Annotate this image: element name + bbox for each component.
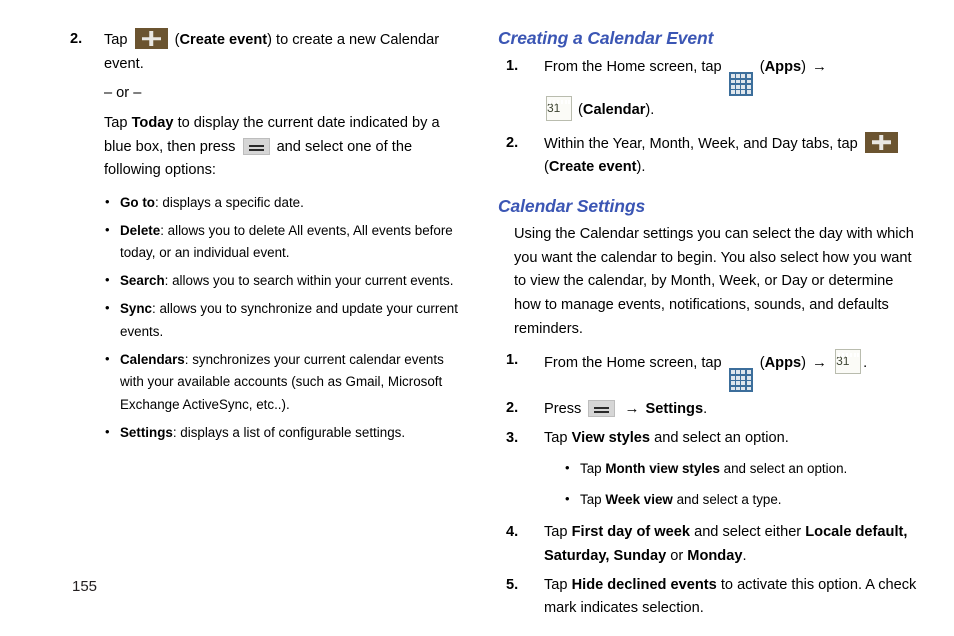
step-text-lead: Within the Year, Month, Week, and Day ta… [544, 135, 858, 152]
list-item: Delete: allows you to delete All events,… [104, 219, 470, 266]
calendar-label: Calendar [582, 102, 646, 119]
first-day-of-week-label: First day of week [571, 524, 691, 541]
create-event-plus-icon[interactable] [864, 131, 898, 153]
creating-event-step-list: 1. From the Home screen, tap (Apps) → 31… [498, 55, 918, 180]
option-term: Calendars [120, 351, 185, 367]
list-item: 2. Within the Year, Month, Week, and Day… [498, 131, 918, 180]
apps-grid-cells [730, 370, 751, 391]
or-divider: – or – [104, 85, 142, 102]
step-text-lead: Tap [544, 576, 568, 593]
step-text-tail: . [863, 355, 868, 372]
step-number: 4. [506, 524, 519, 541]
today-lead: Tap [104, 114, 128, 131]
option-desc: : displays a list of configurable settin… [172, 424, 406, 440]
list-item: 2. Tap (Create event) to create a new Ca… [70, 28, 470, 183]
menu-icon[interactable] [588, 400, 616, 418]
step-text: Tap (Create event) to create a new Calen… [104, 28, 439, 72]
step-text-tail: ). [645, 102, 655, 119]
settings-label: Settings [645, 401, 704, 418]
step-text-lead: From the Home screen, tap [544, 59, 722, 75]
step-text-lead: Tap [104, 32, 128, 48]
step-number: 5. [506, 576, 519, 593]
option-term: Settings [120, 424, 173, 440]
step-text-tail: and select an option. [654, 430, 789, 447]
menu-icon[interactable] [242, 137, 270, 155]
list-item: Tap Week view and select a type. [564, 488, 918, 512]
monday-label: Monday [687, 547, 743, 564]
today-label: Today [131, 114, 174, 131]
step-text-middle: and select either [694, 524, 802, 541]
step-text-conjunction: or [670, 547, 684, 564]
today-instruction: Tap Today to display the current date in… [104, 112, 470, 183]
calendar-icon[interactable]: 31 [546, 96, 572, 122]
week-view-label: Week view [605, 492, 673, 508]
create-event-label: Create event [548, 159, 637, 176]
create-event-plus-icon[interactable] [134, 28, 168, 49]
sub-tail: and select a type. [676, 492, 782, 508]
step-number: 1. [506, 58, 519, 74]
option-desc: : displays a specific date. [154, 194, 304, 210]
list-item: Tap Month view styles and select an opti… [564, 457, 918, 481]
section-heading-creating-a-calendar-event: Creating a Calendar Event [498, 28, 714, 48]
arrow-right-icon: → [812, 354, 828, 372]
arrow-right-icon: → [812, 58, 828, 75]
page-number: 155 [72, 578, 98, 595]
list-item: 4. Tap First day of week and select eith… [498, 521, 918, 568]
step-text-lead: Tap [544, 430, 568, 447]
apps-label: Apps [764, 59, 802, 75]
section-heading-calendar-settings: Calendar Settings [498, 196, 646, 217]
option-term: Search [120, 273, 165, 289]
list-item: Search: allows you to search within your… [104, 269, 470, 293]
step-number: 2. [70, 31, 83, 47]
option-desc: : allows you to search within your curre… [164, 273, 454, 289]
right-column: Creating a Calendar Event 1. From the Ho… [498, 28, 918, 626]
step-number: 1. [506, 352, 519, 369]
list-item: 1. From the Home screen, tap (Apps) → 31 [498, 349, 918, 393]
step-number: 2. [506, 134, 519, 151]
view-styles-sub-list: Tap Month view styles and select an opti… [564, 457, 918, 513]
apps-grid-icon[interactable] [728, 368, 753, 393]
calendar-options-list: Go to: displays a specific date. Delete:… [104, 191, 470, 445]
list-item: 2. Press → Settings. [498, 397, 918, 422]
step-text-tail: ). [636, 159, 646, 176]
step-text-lead: From the Home screen, tap [544, 355, 722, 372]
option-desc: : allows you to synchronize and update y… [120, 300, 458, 339]
apps-grid-icon[interactable] [728, 72, 753, 97]
option-term: Delete [120, 222, 161, 238]
sub-lead: Tap [580, 460, 602, 476]
arrow-right-icon: → [624, 400, 640, 418]
step-text-lead: Press [544, 401, 582, 418]
step-text-tail: . [703, 401, 708, 418]
calendar-settings-step-list: 1. From the Home screen, tap (Apps) → 31 [498, 349, 918, 621]
option-desc: : allows you to delete All events, All e… [120, 222, 453, 261]
hide-declined-events-label: Hide declined events [571, 576, 717, 593]
apps-grid-cells [730, 74, 751, 95]
list-item: Sync: allows you to synchronize and upda… [104, 297, 470, 344]
step-text-lead: Tap [544, 524, 568, 541]
step-number: 3. [506, 430, 519, 447]
step-text-tail: . [742, 547, 747, 564]
list-item: 5. Tap Hide declined events to activate … [498, 574, 918, 621]
list-item: Calendars: synchronizes your current cal… [104, 348, 470, 417]
list-item: 3. Tap View styles and select an option.… [498, 427, 918, 512]
manual-page: 2. Tap (Create event) to create a new Ca… [0, 0, 954, 636]
left-step-list: 2. Tap (Create event) to create a new Ca… [70, 28, 470, 183]
month-view-styles-label: Month view styles [605, 460, 720, 476]
list-item: 1. From the Home screen, tap (Apps) → 31… [498, 55, 918, 123]
sub-lead: Tap [580, 492, 602, 508]
step-number: 2. [506, 400, 519, 417]
list-item: Settings: displays a list of configurabl… [104, 421, 470, 445]
option-term: Sync [120, 300, 153, 316]
option-term: Go to [120, 194, 155, 210]
calendar-icon[interactable]: 31 [835, 349, 862, 375]
create-event-label: Create event [179, 32, 268, 48]
calendar-settings-intro: Using the Calendar settings you can sele… [514, 226, 914, 337]
left-column: 2. Tap (Create event) to create a new Ca… [70, 28, 470, 450]
list-item: Go to: displays a specific date. [104, 191, 470, 215]
sub-tail: and select an option. [723, 460, 848, 476]
view-styles-label: View styles [571, 430, 651, 447]
apps-label: Apps [764, 355, 802, 372]
